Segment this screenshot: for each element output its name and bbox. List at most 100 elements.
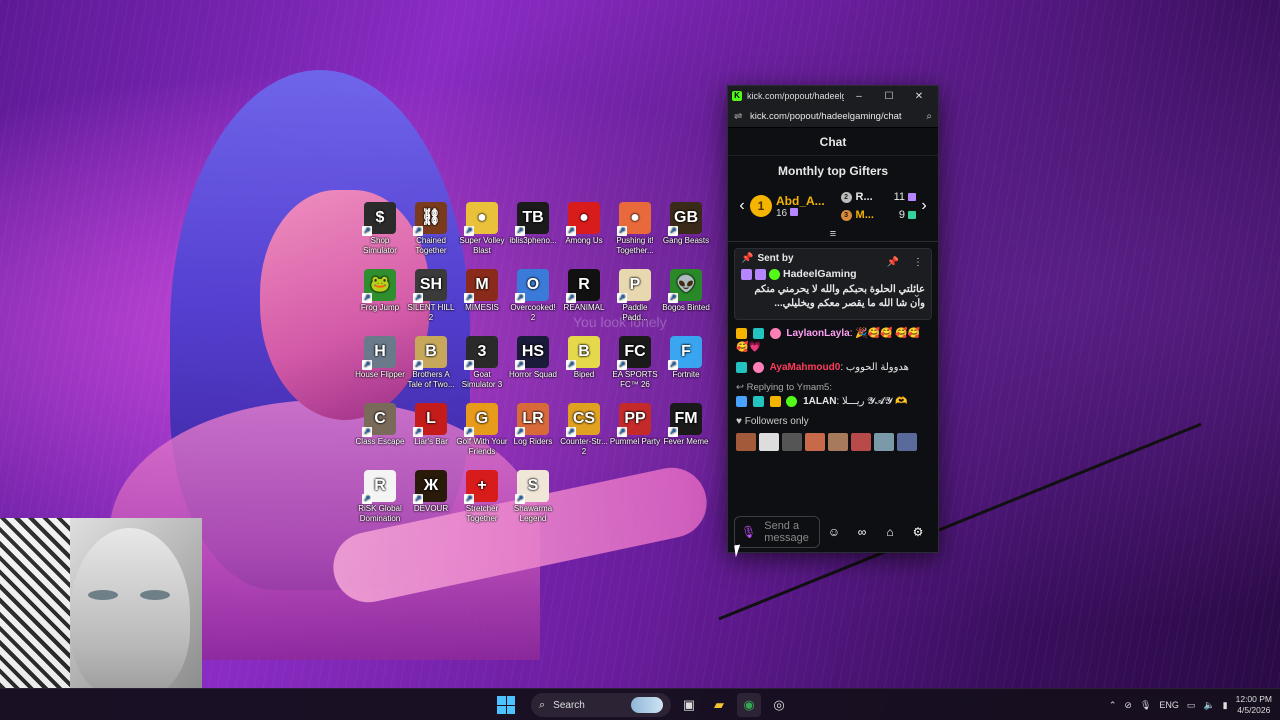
taskbar-search[interactable]: ⌕ Search (531, 693, 671, 717)
followers-label: Followers only (744, 416, 809, 427)
maximize-icon[interactable]: ☐ (874, 91, 904, 102)
task-view-icon[interactable]: ▣ (677, 693, 701, 717)
desktop-icon[interactable]: FFortnite (660, 336, 712, 380)
prev-arrow-icon[interactable]: ‹ (734, 197, 750, 215)
desktop-icon[interactable]: TBiblis3pheno... (507, 202, 559, 246)
desktop-icon[interactable]: GBGang Beasts (660, 202, 712, 246)
chat-header: Chat (728, 128, 938, 156)
window-titlebar[interactable]: K kick.com/popout/hadeelga... – ☐ ✕ (728, 86, 938, 106)
desktop-icon[interactable]: 🐸Frog Jump (354, 269, 406, 313)
store-icon[interactable]: ⌂ (876, 525, 904, 539)
desktop-icon[interactable]: 3Goat Simulator 3 (456, 336, 508, 390)
desktop-icon[interactable]: GGolf With Your Friends (456, 403, 508, 457)
start-icon[interactable] (497, 696, 515, 714)
desktop-icon[interactable]: HHouse Flipper (354, 336, 406, 380)
desktop-icon-label: Chained Together (415, 236, 447, 255)
app-icon: R (362, 470, 396, 504)
avatar[interactable] (759, 433, 779, 451)
desktop-icon[interactable]: ЖDEVOUR (405, 470, 457, 514)
desktop-icon[interactable]: ⛓Chained Together (405, 202, 457, 256)
desktop-icon[interactable]: RRiSK Global Domination (354, 470, 406, 524)
network-off-icon[interactable]: ⊘ (1124, 700, 1132, 711)
pinned-user[interactable]: HadeelGaming (783, 268, 857, 280)
avatar[interactable] (874, 433, 894, 451)
minimize-icon[interactable]: – (844, 91, 874, 102)
desktop-icon[interactable]: LLiar's Bar (405, 403, 457, 447)
desktop-icon[interactable]: FCEA SPORTS FC™ 26 (609, 336, 661, 390)
top-gifter[interactable]: 1 Abd_A... 16 (750, 194, 841, 219)
desktop-icon-label: House Flipper (355, 370, 405, 379)
url-text[interactable]: kick.com/popout/hadeelgaming/chat (750, 111, 926, 122)
heart-icon: ♥ (736, 416, 745, 427)
message-placeholder: Send a message (764, 520, 809, 544)
chrome-icon[interactable]: ◉ (737, 693, 761, 717)
chat-message[interactable]: LaylaonLayla: 🎉🥰🥰 🥰🥰🥰💗 (728, 324, 938, 358)
gifter-row[interactable]: 3 M... 9 (840, 206, 916, 224)
clock[interactable]: 12:00 PM 4/5/2026 (1236, 694, 1272, 716)
display-icon[interactable]: ▭ (1187, 700, 1196, 711)
kick-points-icon[interactable]: ∞ (848, 525, 876, 539)
desktop-icon[interactable]: ●Super Volley Blast (456, 202, 508, 256)
emote-icon[interactable]: ☺ (820, 525, 848, 539)
more-options-icon[interactable]: ⋮ (913, 257, 923, 268)
desktop-icon[interactable]: HSHorror Squad (507, 336, 559, 380)
unpin-icon[interactable]: 📌 (887, 257, 899, 268)
file-explorer-icon[interactable]: ▰ (707, 693, 731, 717)
desktop-icon[interactable]: SHSILENT HILL 2 (405, 269, 457, 323)
avatar[interactable] (782, 433, 802, 451)
settings-icon[interactable]: ⚙ (904, 525, 932, 539)
tray-overflow-icon[interactable]: ⌃ (1109, 700, 1117, 711)
close-icon[interactable]: ✕ (904, 91, 934, 102)
chat-username[interactable]: 1ALAN (803, 396, 836, 407)
desktop-icon[interactable]: BBiped (558, 336, 610, 380)
pinned-message[interactable]: 📌 Sent by HadeelGaming عائلتي الحلوة بحبك… (734, 248, 932, 320)
site-settings-icon[interactable]: ⇌ (734, 111, 750, 122)
collapse-handle-icon[interactable]: ≡ (728, 229, 938, 242)
desktop-icon[interactable]: CSCounter-Str... 2 (558, 403, 610, 457)
desktop-icon[interactable]: FMFever Meme (660, 403, 712, 447)
desktop-icon[interactable]: OOvercooked! 2 (507, 269, 559, 323)
message-input[interactable]: 🎙 Send a message (734, 516, 820, 548)
desktop-icon-label: Pushing it! Together... (616, 236, 654, 255)
desktop-icon[interactable]: SShawarma Legend (507, 470, 559, 524)
desktop-icon[interactable]: LRLog Riders (507, 403, 559, 447)
pin-badge-icon (736, 395, 747, 407)
desktop-icon[interactable]: RREANIMAL (558, 269, 610, 313)
chat-username[interactable]: LaylaonLayla (786, 328, 849, 339)
chat-message[interactable]: AyaMahmoud0: هدوولة الحووب (728, 358, 938, 378)
clock-time: 12:00 PM (1235, 694, 1272, 704)
avatar[interactable] (828, 433, 848, 451)
desktop-icon[interactable]: PPPummel Party (609, 403, 661, 447)
verified-badge-icon (769, 268, 780, 280)
avatar[interactable] (851, 433, 871, 451)
app-icon: S (515, 470, 549, 504)
zoom-icon[interactable]: ⌕ (926, 111, 932, 122)
desktop-icon[interactable]: CClass Escape (354, 403, 406, 447)
gifter-row[interactable]: 2 R... 11 (840, 188, 916, 206)
reply-context[interactable]: Replying to Ymam5: (747, 382, 832, 393)
avatar[interactable] (805, 433, 825, 451)
chat-message[interactable]: ↩ Replying to Ymam5: 1ALAN: ريـــلا 𝓨𝓐𝓨 … (728, 378, 938, 412)
desktop-icon[interactable]: 👽Bogos Binted (660, 269, 712, 313)
chat-popup-window[interactable]: K kick.com/popout/hadeelga... – ☐ ✕ ⇌ ki… (727, 85, 939, 553)
address-bar[interactable]: ⇌ kick.com/popout/hadeelgaming/chat ⌕ (728, 106, 938, 128)
desktop-icon[interactable]: +Stretcher Together (456, 470, 508, 524)
desktop-icon[interactable]: MMIMESIS (456, 269, 508, 313)
chat-username[interactable]: AyaMahmoud0 (770, 362, 841, 373)
avatar[interactable] (897, 433, 917, 451)
language-indicator[interactable]: ENG (1159, 700, 1179, 710)
avatar[interactable] (736, 433, 756, 451)
next-arrow-icon[interactable]: › (916, 197, 932, 215)
mic-tray-icon[interactable]: 🎙 (1140, 700, 1151, 711)
gift-icon (908, 211, 916, 219)
volume-icon[interactable]: 🔈 (1203, 700, 1214, 711)
desktop-icon-label: Among Us (565, 236, 603, 245)
desktop-icon[interactable]: ●Pushing it! Together... (609, 202, 661, 256)
battery-icon[interactable]: ▮ (1223, 700, 1228, 711)
chevron-down-icon[interactable]: ⌄ (913, 289, 921, 300)
recording-app-icon[interactable]: ◎ (767, 693, 791, 717)
desktop-icon[interactable]: BBrothers A Tale of Two... (405, 336, 457, 390)
desktop-icon[interactable]: $Shop Simulator (354, 202, 406, 256)
desktop-icon[interactable]: ●Among Us (558, 202, 610, 246)
mic-icon[interactable]: 🎙 (741, 525, 756, 539)
